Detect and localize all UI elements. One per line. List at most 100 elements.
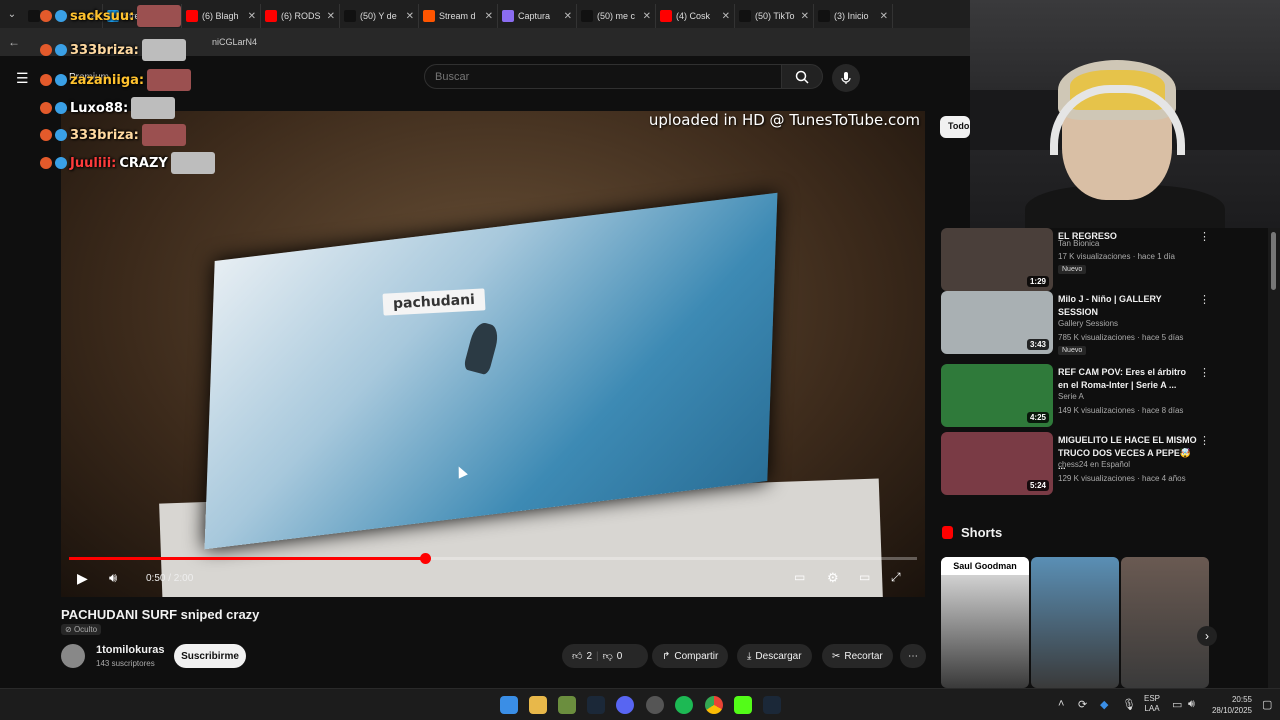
recommended-channel[interactable]: Tan Bionica [1058, 239, 1099, 248]
download-label: Descargar [755, 650, 802, 662]
steam-icon-2[interactable] [763, 696, 781, 714]
recommended-channel[interactable]: Serie A [1058, 392, 1084, 401]
back-icon[interactable]: ← [8, 35, 20, 49]
language-indicator[interactable]: ESP LAA [1144, 694, 1160, 714]
recommended-video[interactable]: 3:43 Milo J - Niño | GALLERY SESSION Gal… [941, 291, 1211, 357]
recommended-channel[interactable]: chess24 en Español [1058, 460, 1130, 469]
app-icon[interactable] [558, 696, 576, 714]
search-input[interactable] [425, 65, 781, 88]
menu-icon[interactable]: ☰ [16, 70, 32, 87]
like-count[interactable]: 2 [586, 651, 592, 662]
play-icon[interactable]: ▶ [77, 570, 88, 587]
kick-icon[interactable] [734, 696, 752, 714]
progress-bar[interactable] [69, 553, 917, 564]
subscribe-button[interactable]: Suscribirme [174, 644, 246, 668]
search-box[interactable] [424, 64, 782, 89]
more-options-icon[interactable]: ⋮ [1199, 293, 1210, 306]
short-video[interactable] [1121, 557, 1209, 688]
dislike-icon[interactable]: 👎︎ [603, 650, 613, 662]
channel-name[interactable]: 1tomilokuras [96, 644, 164, 656]
more-actions-button[interactable]: ⋯ [900, 644, 926, 668]
subtitles-icon[interactable]: ▭ [794, 570, 805, 584]
recommended-title[interactable]: REF CAM POV: Eres el árbitro en el Roma-… [1058, 366, 1198, 392]
browser-tab[interactable]: (50) me c ✕ [577, 4, 656, 28]
tab-close-icon[interactable]: ✕ [327, 11, 335, 22]
speaker-icon[interactable]: 🔊︎ [1188, 698, 1195, 711]
search-button[interactable] [781, 64, 823, 89]
video-thumbnail[interactable]: 5:24 [941, 432, 1053, 495]
tab-close-icon[interactable]: ✕ [248, 11, 256, 22]
dislike-count[interactable]: 0 [617, 651, 623, 662]
recommended-video[interactable]: 1:29 EL REGRESO Tan Bionica 17 K visuali… [941, 228, 1211, 294]
recommended-video[interactable]: 5:24 MIGUELITO LE HACE EL MISMO TRUCO DO… [941, 432, 1211, 498]
network-icon[interactable]: ▭ [1172, 698, 1182, 711]
tab-favicon-icon [739, 10, 751, 22]
browser-tab[interactable]: Stream d ✕ [419, 4, 498, 28]
more-options-icon[interactable]: ⋮ [1199, 230, 1210, 243]
recommended-title[interactable]: Milo J - Niño | GALLERY SESSION [1058, 293, 1198, 319]
scrollbar-thumb[interactable] [1271, 232, 1276, 290]
volume-icon[interactable]: 🔊︎ [109, 570, 117, 586]
chrome-icon[interactable] [705, 696, 723, 714]
tray-app-icon-2[interactable]: ◆ [1100, 698, 1108, 711]
video-player[interactable]: pachudani uploaded in HD @ TunesToTube.c… [61, 111, 925, 597]
recommended-video[interactable]: 4:25 REF CAM POV: Eres el árbitro en el … [941, 364, 1211, 430]
video-duration: 5:24 [1026, 480, 1049, 491]
windows-start-icon[interactable] [500, 696, 518, 714]
windows-taskbar: ˄ ⟳ ◆ 🎙︎ ESP LAA ▭ 🔊︎ 20:55 28/10/2025 ▢ [0, 688, 1280, 720]
chat-message: Juuliii: CRAZY [40, 152, 215, 174]
page-scrollbar[interactable] [1268, 228, 1280, 688]
tab-close-icon[interactable]: ✕ [406, 11, 414, 22]
tray-mic-icon[interactable]: 🎙︎ [1122, 698, 1136, 711]
settings-icon[interactable]: ⚙ [827, 570, 839, 586]
browser-tab[interactable]: (4) Cosk ✕ [656, 4, 735, 28]
tab-close-icon[interactable]: ✕ [643, 11, 651, 22]
file-explorer-icon[interactable] [529, 696, 547, 714]
voice-search-button[interactable] [832, 64, 860, 92]
channel-avatar[interactable] [61, 644, 85, 668]
more-options-icon[interactable]: ⋮ [1199, 366, 1210, 379]
theater-mode-icon[interactable]: ▭ [859, 570, 870, 584]
tab-close-icon[interactable]: ✕ [564, 11, 572, 22]
shorts-next-button[interactable]: › [1197, 626, 1217, 646]
video-thumbnail[interactable]: 3:43 [941, 291, 1053, 354]
more-options-icon[interactable]: ⋮ [1199, 434, 1210, 447]
video-watermark: uploaded in HD @ TunesToTube.com [648, 111, 920, 129]
chat-badge-icon [55, 44, 67, 56]
steam-icon[interactable] [587, 696, 605, 714]
tray-app-icon[interactable]: ⟳ [1078, 698, 1087, 711]
browser-tab[interactable]: (6) RODS ✕ [261, 4, 340, 28]
browser-tab[interactable]: (6) Blagh ✕ [182, 4, 261, 28]
browser-tab[interactable]: (50) TikTo ✕ [735, 4, 814, 28]
recommended-channel[interactable]: Gallery Sessions [1058, 319, 1118, 328]
video-thumbnail[interactable]: 4:25 [941, 364, 1053, 427]
system-clock[interactable]: 20:55 28/10/2025 [1208, 694, 1252, 716]
tab-close-icon[interactable]: ✕ [722, 11, 730, 22]
app-icon-2[interactable] [646, 696, 664, 714]
chat-badge-icon [55, 102, 67, 114]
spotify-icon[interactable] [675, 696, 693, 714]
download-button[interactable]: ⤓ Descargar [737, 644, 812, 668]
tab-close-icon[interactable]: ✕ [880, 11, 888, 22]
filter-chip-all[interactable]: Todos [940, 116, 970, 138]
scissors-icon: ✂ [832, 650, 841, 662]
chat-emote [170, 152, 215, 174]
tab-close-icon[interactable]: ✕ [801, 11, 809, 22]
like-icon[interactable]: 👍︎ [572, 650, 582, 662]
short-video[interactable] [1031, 557, 1119, 688]
chat-badge-icon [55, 157, 67, 169]
notification-icon[interactable]: ▢ [1262, 698, 1272, 711]
share-button[interactable]: ↱ Compartir [652, 644, 729, 668]
tab-close-icon[interactable]: ✕ [485, 11, 493, 22]
video-thumbnail[interactable]: 1:29 [941, 228, 1053, 291]
tab-search-icon[interactable]: ⌄ [0, 0, 24, 28]
subscriber-count: 143 suscriptores [96, 659, 155, 668]
short-video[interactable]: Saul Goodman [941, 557, 1029, 688]
browser-tab[interactable]: (3) Inicio ✕ [814, 4, 893, 28]
browser-tab[interactable]: (50) Y de ✕ [340, 4, 419, 28]
fullscreen-icon[interactable]: ⤢ [891, 570, 901, 585]
tray-expand-icon[interactable]: ˄ [1058, 698, 1064, 710]
browser-tab[interactable]: Captura ✕ [498, 4, 577, 28]
clip-button[interactable]: ✂ Recortar [822, 644, 893, 668]
discord-icon[interactable] [616, 696, 634, 714]
